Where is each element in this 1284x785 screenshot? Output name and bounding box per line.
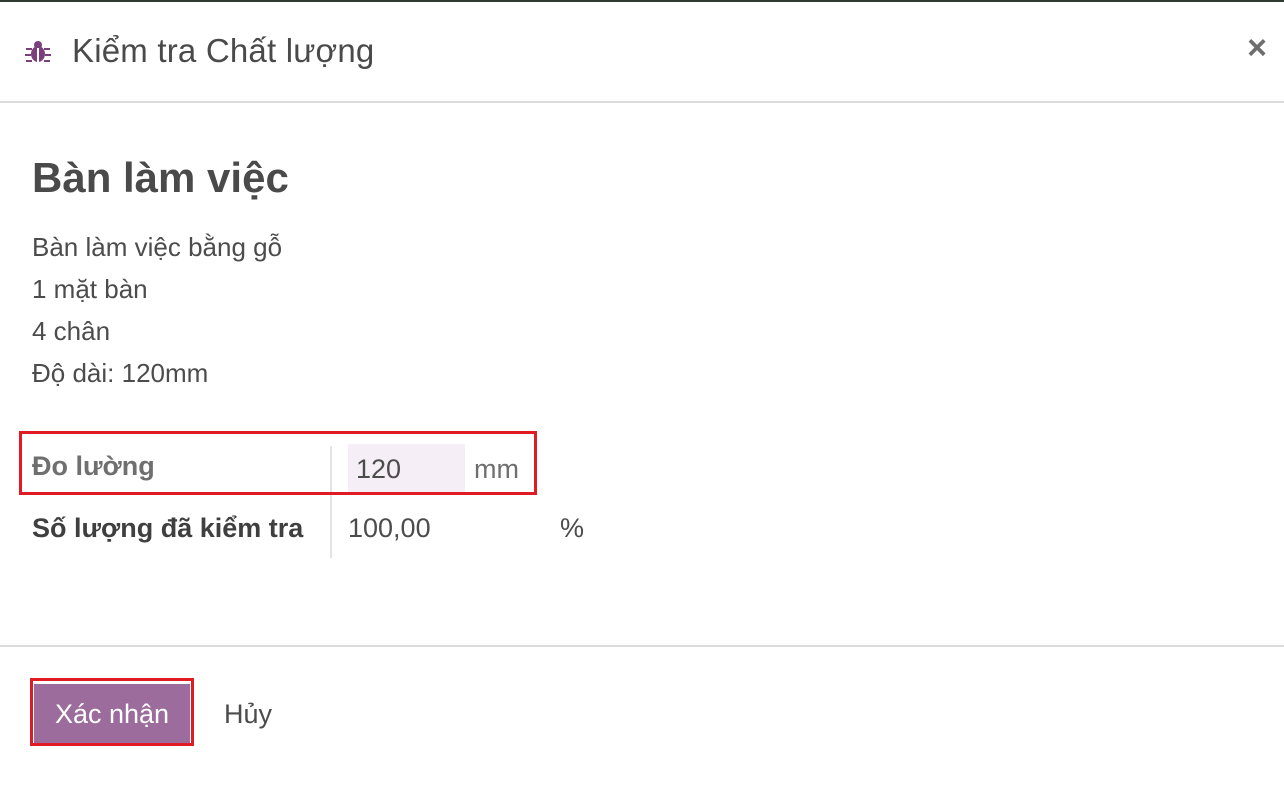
product-description: Bàn làm việc bằng gỗ 1 mặt bàn 4 chân Độ…	[32, 228, 282, 396]
checked-qty-value: 100,00	[348, 513, 431, 543]
description-line: 4 chân	[32, 316, 111, 346]
field-divider	[330, 502, 332, 558]
checked-qty-row: Số lượng đã kiểm tra 100,00 %	[0, 502, 700, 562]
measure-input[interactable]	[348, 444, 465, 494]
description-line: 1 mặt bàn	[32, 274, 148, 304]
measure-unit: mm	[474, 454, 519, 484]
close-icon[interactable]: ×	[1242, 30, 1272, 66]
product-name: Bàn làm việc	[32, 154, 289, 201]
dialog-footer: Xác nhận Hủy	[0, 645, 1284, 785]
checked-qty-label: Số lượng đã kiểm tra	[32, 513, 304, 543]
measure-input-wrap	[348, 444, 465, 494]
measure-row: Đo lường mm	[0, 442, 700, 502]
field-divider	[330, 446, 332, 502]
confirm-button[interactable]: Xác nhận	[34, 684, 190, 744]
description-line: Độ dài: 120mm	[32, 358, 209, 388]
description-line: Bàn làm việc bằng gỗ	[32, 232, 283, 262]
dialog-body: Bàn làm việc Bàn làm việc bằng gỗ 1 mặt …	[0, 104, 1284, 644]
dialog-header: Kiểm tra Chất lượng ×	[0, 2, 1284, 103]
quality-check-dialog: Kiểm tra Chất lượng × Bàn làm việc Bàn l…	[0, 0, 1284, 785]
measure-label: Đo lường	[32, 451, 155, 481]
bug-icon	[25, 41, 51, 62]
checked-qty-unit: %	[560, 513, 585, 543]
cancel-button[interactable]: Hủy	[224, 684, 272, 744]
dialog-title: Kiểm tra Chất lượng	[72, 32, 375, 69]
